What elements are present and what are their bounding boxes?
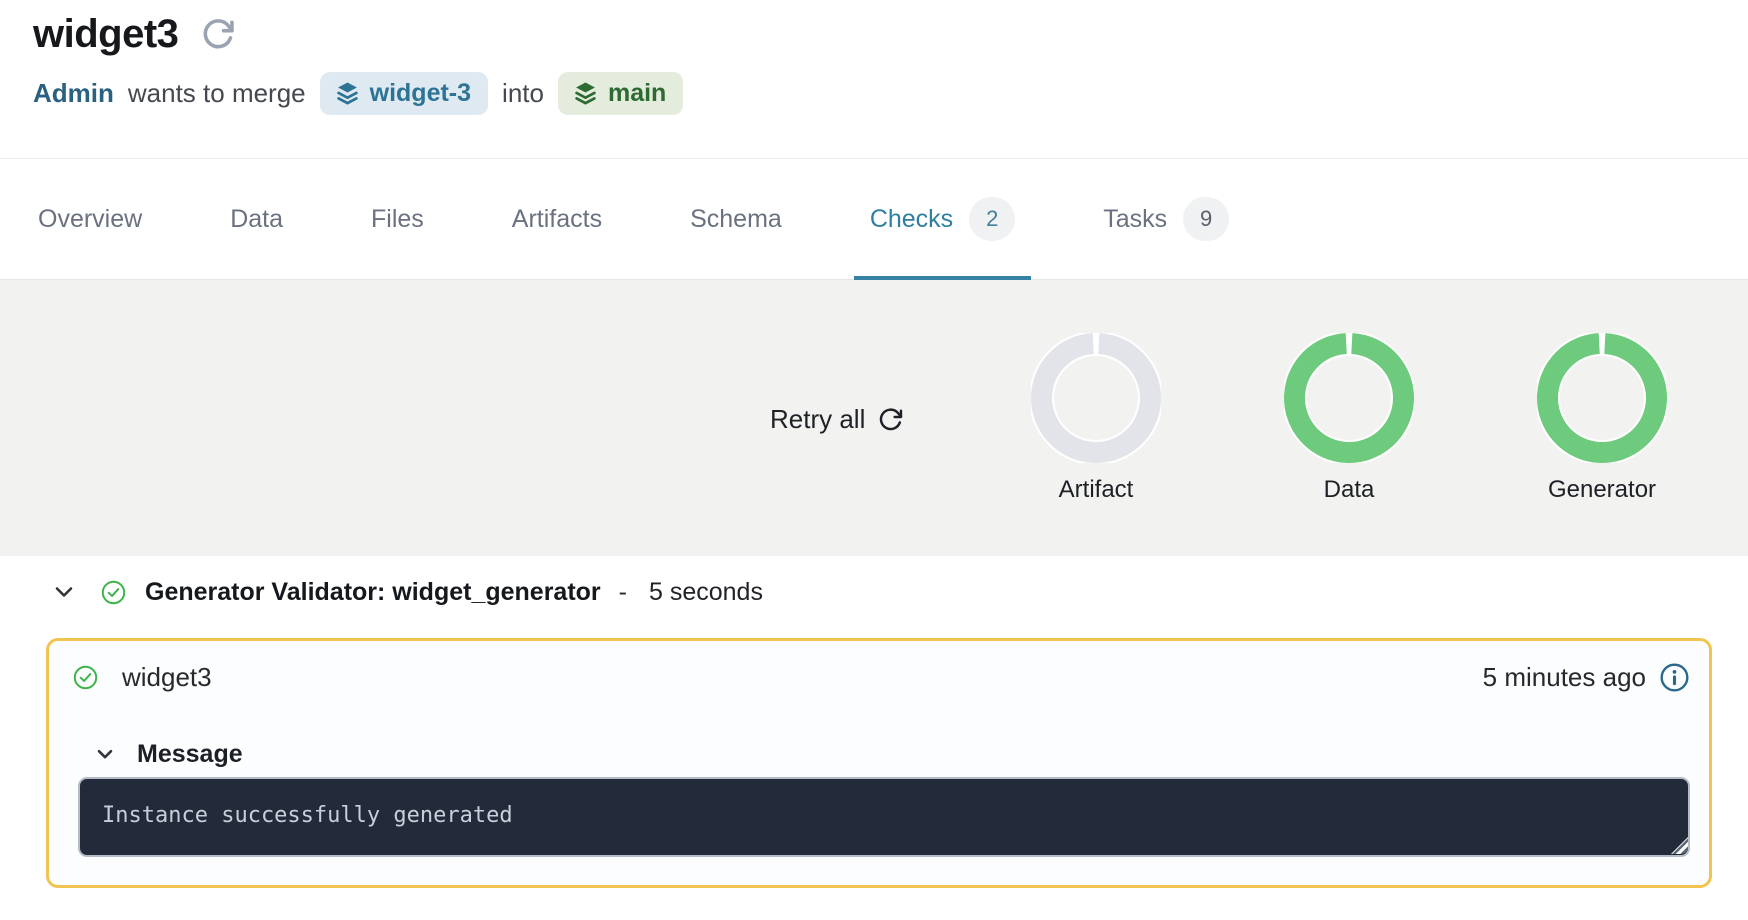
source-branch-label: widget-3 — [370, 79, 471, 108]
info-icon[interactable] — [1659, 662, 1690, 693]
donut-artifact[interactable]: Artifact — [1030, 333, 1162, 504]
tab-overview[interactable]: Overview — [38, 159, 142, 279]
checks-summary-panel: Retry all Artifact Data Generator — [0, 280, 1748, 556]
page-header: widget3 Admin wants to merge widget-3 in… — [0, 0, 1748, 116]
chevron-down-icon[interactable] — [97, 749, 113, 760]
donut-label: Generator — [1536, 476, 1668, 504]
donut-generator[interactable]: Generator — [1536, 333, 1668, 504]
donut-chart — [1284, 333, 1414, 463]
merge-subtitle: Admin wants to merge widget-3 into main — [33, 70, 1748, 116]
branch-layers-icon — [337, 82, 358, 105]
into-text: into — [502, 78, 544, 109]
retry-icon — [877, 406, 904, 433]
check-run-header: Generator Validator: widget_generator - … — [0, 572, 1748, 612]
message-section-label: Message — [137, 740, 243, 769]
message-output-textarea[interactable]: Instance successfully generated — [78, 777, 1690, 857]
donut-data[interactable]: Data — [1283, 333, 1415, 504]
check-runs-section: Generator Validator: widget_generator - … — [0, 556, 1748, 888]
refresh-icon[interactable] — [200, 16, 236, 52]
target-branch-badge[interactable]: main — [558, 72, 683, 115]
chevron-down-icon[interactable] — [55, 586, 73, 598]
tab-files[interactable]: Files — [371, 159, 424, 279]
tab-tasks[interactable]: Tasks 9 — [1103, 159, 1229, 279]
separator: - — [619, 578, 627, 607]
check-circle-icon — [101, 580, 126, 605]
author-name[interactable]: Admin — [33, 78, 114, 109]
result-timestamp: 5 minutes ago — [1483, 662, 1646, 693]
check-run-title: Generator Validator: widget_generator — [145, 578, 601, 607]
page-title: widget3 — [33, 10, 178, 58]
result-instance-name: widget3 — [122, 662, 212, 693]
target-branch-label: main — [608, 79, 666, 108]
check-result-card: widget3 5 minutes ago Message — [46, 638, 1712, 888]
tab-checks[interactable]: Checks 2 — [870, 159, 1015, 279]
donut-chart — [1537, 333, 1667, 463]
merge-text: wants to merge — [128, 78, 306, 109]
check-run-duration: 5 seconds — [649, 578, 763, 607]
donut-label: Data — [1283, 476, 1415, 504]
tab-data[interactable]: Data — [230, 159, 283, 279]
retry-all-button[interactable]: Retry all — [770, 404, 904, 435]
tasks-count-badge: 9 — [1183, 197, 1229, 241]
tab-artifacts[interactable]: Artifacts — [512, 159, 602, 279]
donut-label: Artifact — [1030, 476, 1162, 504]
donut-chart — [1031, 333, 1161, 463]
retry-all-label: Retry all — [770, 404, 865, 435]
tab-schema[interactable]: Schema — [690, 159, 782, 279]
check-circle-icon — [73, 665, 98, 690]
checks-count-badge: 2 — [969, 197, 1015, 241]
source-branch-badge[interactable]: widget-3 — [320, 72, 488, 115]
tab-bar: Overview Data Files Artifacts Schema Che… — [0, 159, 1748, 280]
branch-layers-icon — [575, 82, 596, 105]
